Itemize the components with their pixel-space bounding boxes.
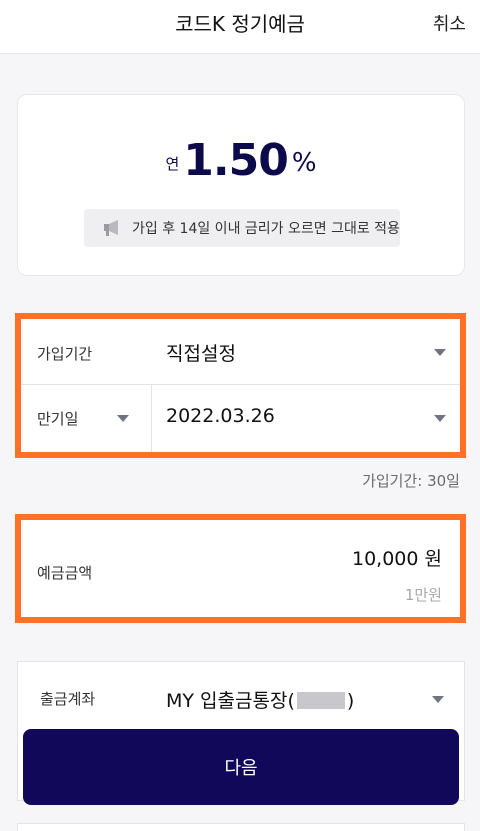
chevron-down-icon[interactable] xyxy=(434,349,446,356)
account-select[interactable]: MY 입출금통장() xyxy=(166,686,354,713)
top-bar: 코드K 정기예금 취소 xyxy=(0,0,480,54)
rate-notice-text: 가입 후 14일 이내 금리가 오르면 그대로 적용 xyxy=(132,221,400,237)
amount-input[interactable]: 10,000 원 xyxy=(352,544,442,571)
deposit-amount-section[interactable]: 예금금액 10,000 원 1만원 xyxy=(15,514,466,623)
rate-unit: % xyxy=(291,148,317,178)
megaphone-icon xyxy=(104,220,118,236)
next-section-edge xyxy=(17,823,465,831)
masked-account-number xyxy=(296,692,345,709)
cancel-button[interactable]: 취소 xyxy=(433,10,466,36)
period-label: 가입기간 xyxy=(37,345,93,363)
rate-notice: 가입 후 14일 이내 금리가 오르면 그대로 적용 xyxy=(84,209,400,247)
chevron-down-icon[interactable] xyxy=(432,696,444,703)
divider xyxy=(151,385,152,452)
page-title: 코드K 정기예금 xyxy=(175,12,305,36)
period-duration-note: 가입기간: 30일 xyxy=(362,472,460,490)
maturity-date: 2022.03.26 xyxy=(166,405,275,427)
period-select-row[interactable]: 가입기간 직접설정 xyxy=(21,319,460,385)
chevron-down-icon[interactable] xyxy=(117,415,129,422)
maturity-row: 만기일 2022.03.26 xyxy=(21,385,460,452)
subscription-period-section: 가입기간 직접설정 만기일 2022.03.26 xyxy=(15,313,466,458)
rate-display: 연1.50% xyxy=(18,135,464,186)
maturity-label: 만기일 xyxy=(37,410,79,428)
account-name-suffix: ) xyxy=(346,690,355,712)
amount-korean-unit: 1만원 xyxy=(404,586,442,604)
period-value[interactable]: 직접설정 xyxy=(166,339,236,366)
account-label: 출금계좌 xyxy=(40,690,96,708)
rate-prefix: 연 xyxy=(165,155,180,173)
rate-value: 1.50 xyxy=(183,135,289,186)
account-name: MY 입출금통장( xyxy=(166,690,295,712)
interest-rate-card: 연1.50% 가입 후 14일 이내 금리가 오르면 그대로 적용 xyxy=(17,94,465,276)
next-button[interactable]: 다음 xyxy=(23,729,459,805)
maturity-date-dropdown[interactable]: 2022.03.26 xyxy=(152,385,460,452)
chevron-down-icon[interactable] xyxy=(434,415,446,422)
maturity-type-dropdown[interactable]: 만기일 xyxy=(21,385,151,452)
amount-label: 예금금액 xyxy=(37,564,93,582)
